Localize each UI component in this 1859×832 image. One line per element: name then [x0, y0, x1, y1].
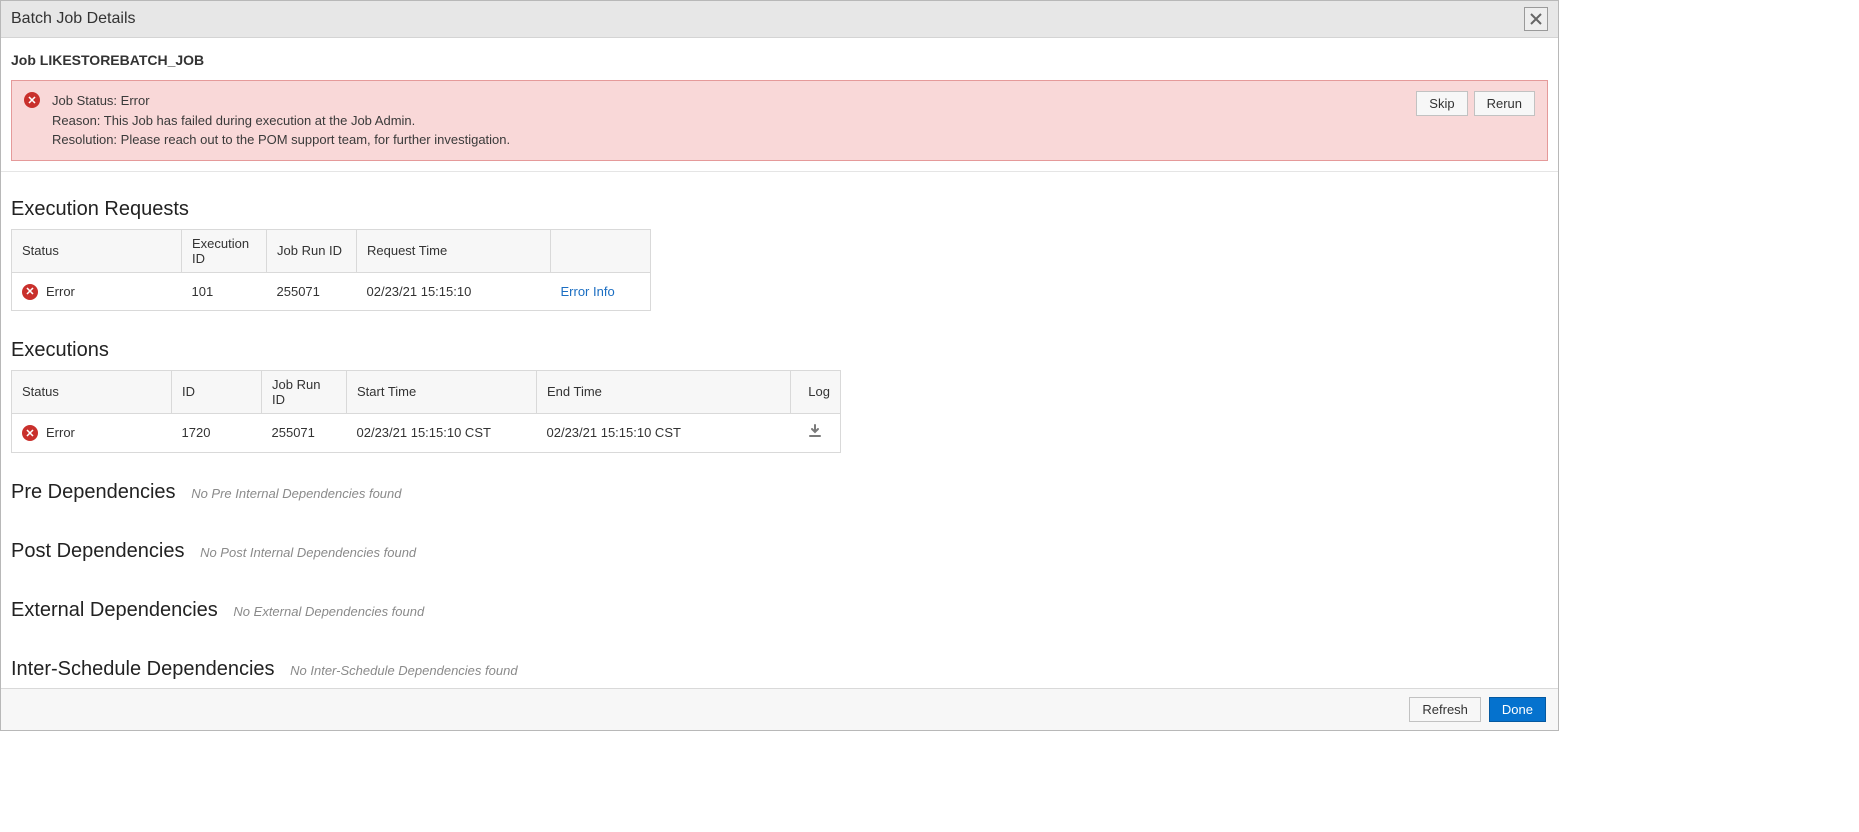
refresh-button[interactable]: Refresh — [1409, 697, 1481, 722]
alert-status-line: Job Status: Error — [52, 91, 510, 111]
col-id: ID — [172, 370, 262, 413]
inter-schedule-dependencies-section: Inter-Schedule Dependencies No Inter-Sch… — [11, 648, 1548, 688]
cell-exec-id: 101 — [182, 272, 267, 310]
executions-table: Status ID Job Run ID Start Time End Time… — [11, 370, 841, 453]
col-action — [551, 229, 651, 272]
close-button[interactable] — [1524, 7, 1548, 31]
skip-button[interactable]: Skip — [1416, 91, 1467, 116]
error-icon: ✕ — [24, 92, 40, 108]
section-empty-text: No Inter-Schedule Dependencies found — [290, 663, 517, 678]
done-button[interactable]: Done — [1489, 697, 1546, 722]
col-exec-id: Execution ID — [182, 229, 267, 272]
alert-content: ✕ Job Status: Error Reason: This Job has… — [24, 91, 510, 150]
dialog-body: Job LIKESTOREBATCH_JOB ✕ Job Status: Err… — [1, 38, 1558, 730]
section-title: Post Dependencies — [11, 540, 184, 563]
section-empty-text: No Post Internal Dependencies found — [200, 545, 416, 560]
execution-requests-table: Status Execution ID Job Run ID Request T… — [11, 229, 651, 311]
col-start: Start Time — [347, 370, 537, 413]
post-dependencies-section: Post Dependencies No Post Internal Depen… — [11, 530, 1548, 571]
external-dependencies-section: External Dependencies No External Depend… — [11, 589, 1548, 630]
cell-id: 1720 — [172, 413, 262, 452]
col-status: Status — [12, 370, 172, 413]
alert-resolution-line: Resolution: Please reach out to the POM … — [52, 130, 510, 150]
cell-request-time: 02/23/21 15:15:10 — [357, 272, 551, 310]
table-row: ✕ Error 101 255071 02/23/21 15:15:10 Err… — [12, 272, 651, 310]
alert-actions: Skip Rerun — [1416, 91, 1535, 116]
col-job-run-id: Job Run ID — [267, 229, 357, 272]
batch-job-details-dialog: Batch Job Details Job LIKESTOREBATCH_JOB… — [0, 0, 1559, 731]
section-title: Pre Dependencies — [11, 481, 176, 504]
section-empty-text: No Pre Internal Dependencies found — [191, 486, 401, 501]
col-job-run-id: Job Run ID — [262, 370, 347, 413]
dialog-header: Batch Job Details — [1, 1, 1558, 38]
cell-job-run-id: 255071 — [262, 413, 347, 452]
col-end: End Time — [537, 370, 791, 413]
error-info-link[interactable]: Error Info — [561, 284, 615, 299]
section-title: External Dependencies — [11, 599, 218, 622]
separator — [1, 171, 1558, 172]
cell-error-info: Error Info — [551, 272, 651, 310]
pre-dependencies-section: Pre Dependencies No Pre Internal Depende… — [11, 471, 1548, 512]
col-request-time: Request Time — [357, 229, 551, 272]
table-row: ✕ Error 1720 255071 02/23/21 15:15:10 CS… — [12, 413, 841, 452]
status-text: Error — [46, 284, 75, 299]
cell-start: 02/23/21 15:15:10 CST — [347, 413, 537, 452]
close-icon — [1530, 13, 1542, 25]
rerun-button[interactable]: Rerun — [1474, 91, 1535, 116]
job-title: Job LIKESTOREBATCH_JOB — [1, 38, 1558, 80]
col-status: Status — [12, 229, 182, 272]
section-title: Inter-Schedule Dependencies — [11, 658, 275, 681]
alert-reason-line: Reason: This Job has failed during execu… — [52, 111, 510, 131]
error-alert: ✕ Job Status: Error Reason: This Job has… — [11, 80, 1548, 161]
executions-title: Executions — [11, 339, 109, 362]
job-name: LIKESTOREBATCH_JOB — [40, 52, 204, 68]
error-icon: ✕ — [22, 425, 38, 441]
cell-end: 02/23/21 15:15:10 CST — [537, 413, 791, 452]
table-header-row: Status ID Job Run ID Start Time End Time… — [12, 370, 841, 413]
job-prefix: Job — [11, 52, 36, 68]
execution-requests-title: Execution Requests — [11, 198, 189, 221]
error-icon: ✕ — [22, 284, 38, 300]
cell-status: ✕ Error — [12, 272, 182, 310]
dialog-footer: Refresh Done — [1, 688, 1558, 730]
scroll-content[interactable]: Execution Requests Status Execution ID J… — [1, 188, 1558, 688]
alert-text: Job Status: Error Reason: This Job has f… — [52, 91, 510, 150]
section-empty-text: No External Dependencies found — [233, 604, 424, 619]
cell-log — [791, 413, 841, 452]
cell-job-run-id: 255071 — [267, 272, 357, 310]
download-log-button[interactable] — [801, 424, 831, 442]
status-text: Error — [46, 425, 75, 440]
download-icon — [808, 424, 822, 438]
cell-status: ✕ Error — [12, 413, 172, 452]
col-log: Log — [791, 370, 841, 413]
dialog-title: Batch Job Details — [11, 10, 136, 28]
table-header-row: Status Execution ID Job Run ID Request T… — [12, 229, 651, 272]
